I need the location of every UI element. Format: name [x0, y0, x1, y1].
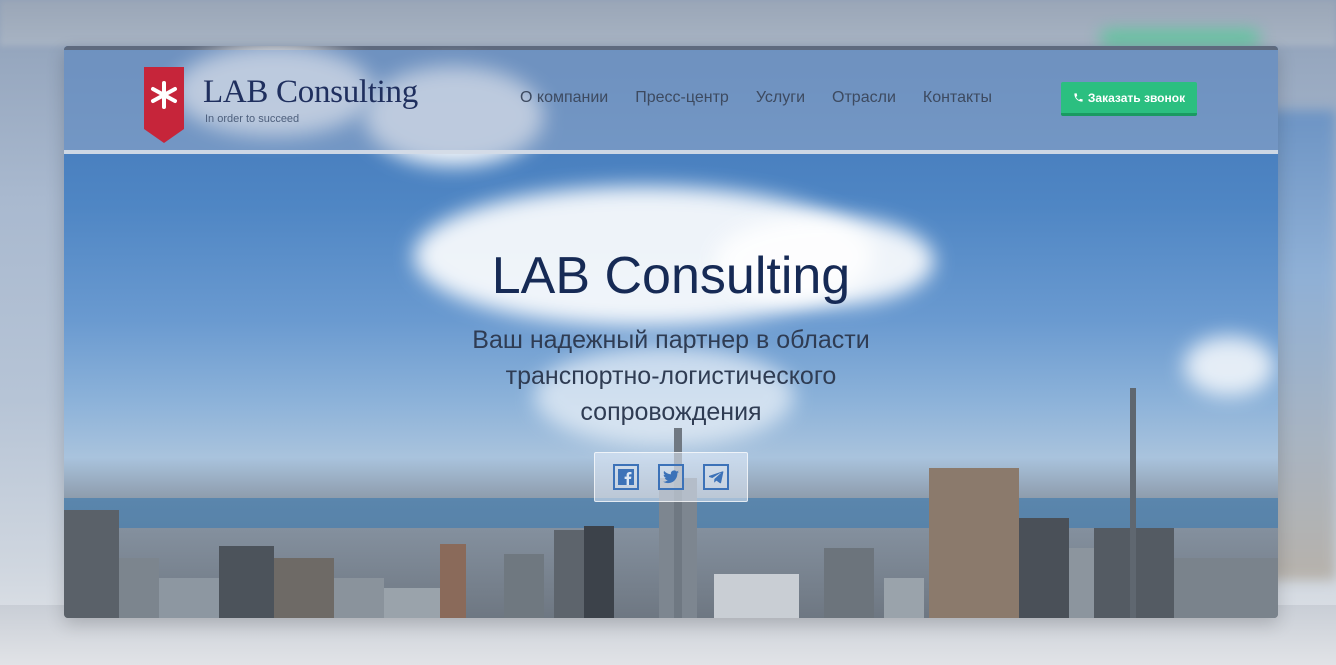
nav-item-industries[interactable]: Отрасли — [832, 89, 896, 107]
hero-subtitle: Ваш надежный партнер в области транспорт… — [64, 322, 1278, 430]
twitter-icon — [663, 470, 679, 484]
logo-tagline: In order to succeed — [205, 113, 300, 125]
phone-icon — [1074, 93, 1083, 102]
main-nav: О компании Пресс-центр Услуги Отрасли Ко… — [520, 89, 1019, 107]
telegram-link[interactable] — [703, 464, 729, 490]
nav-item-about[interactable]: О компании — [520, 89, 608, 107]
nav-item-contacts[interactable]: Контакты — [923, 89, 992, 107]
logo-title[interactable]: LAB Consulting — [203, 74, 418, 111]
order-call-label: Заказать звонок — [1087, 90, 1186, 105]
order-call-button[interactable]: Заказать звонок — [1061, 82, 1197, 116]
hero-section: LAB Consulting In order to succeed О ком… — [64, 46, 1278, 618]
facebook-icon — [618, 469, 634, 485]
social-links — [594, 452, 748, 502]
hero-subtitle-line: транспортно-логистического — [505, 362, 837, 390]
hero-subtitle-line: сопровождения — [580, 398, 762, 426]
logo-flag-icon[interactable] — [144, 67, 184, 143]
facebook-link[interactable] — [613, 464, 639, 490]
hero-title: LAB Consulting — [491, 247, 851, 305]
hero-subtitle-line: Ваш надежный партнер в области — [472, 326, 870, 354]
telegram-icon — [708, 470, 723, 483]
site-header: LAB Consulting In order to succeed О ком… — [64, 50, 1278, 154]
city-skyline — [64, 388, 1278, 618]
nav-item-services[interactable]: Услуги — [756, 89, 805, 107]
twitter-link[interactable] — [658, 464, 684, 490]
background-glow — [1100, 30, 1260, 46]
nav-item-press[interactable]: Пресс-центр — [635, 89, 729, 107]
